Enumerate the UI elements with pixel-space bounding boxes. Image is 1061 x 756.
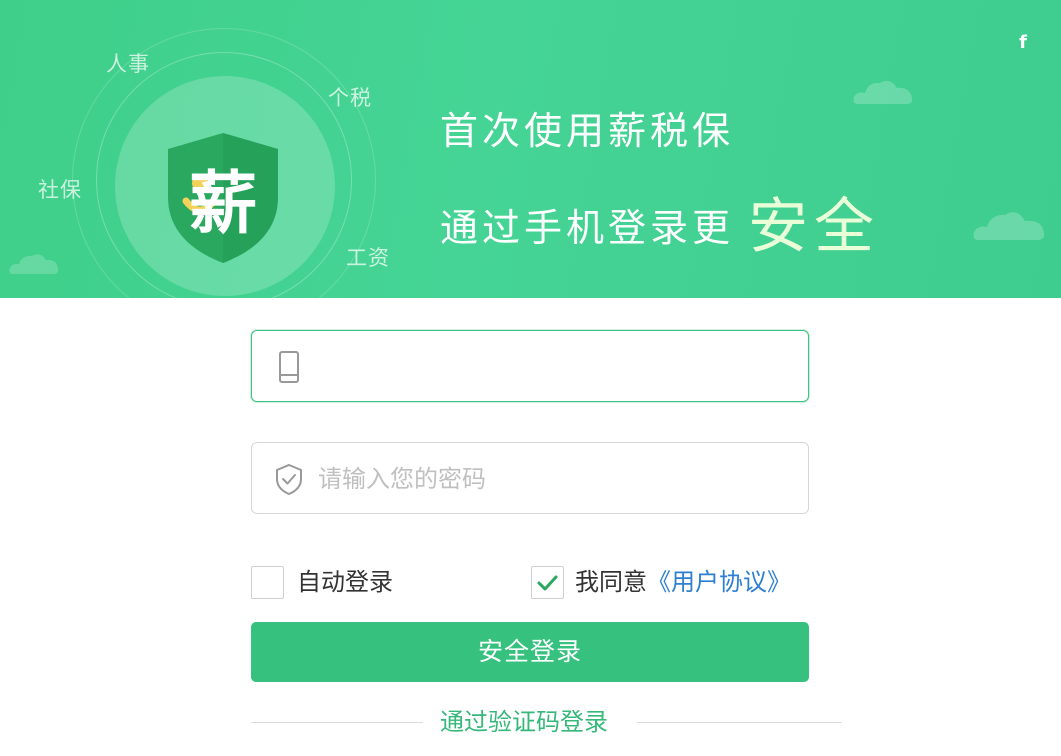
cloud-icon [973, 212, 1045, 240]
shield-check-icon [276, 463, 302, 496]
user-agreement-link[interactable]: 《用户协议》 [647, 568, 791, 596]
auto-login-label[interactable]: 自动登录 [297, 566, 393, 599]
orbit-label-tax: 个税 [328, 86, 372, 110]
agreement-text: 我同意 [575, 568, 647, 596]
divider-left [251, 722, 423, 723]
orbit-label-salary: 工资 [346, 246, 390, 270]
cloud-icon [853, 80, 913, 104]
divider-right [637, 722, 842, 723]
auto-login-checkbox[interactable] [251, 566, 284, 599]
password-field[interactable] [251, 442, 809, 514]
phone-icon [279, 351, 299, 383]
checkmark-icon [537, 575, 558, 591]
agreement-checkbox[interactable] [531, 566, 564, 599]
headline-line-2: 通过手机登录更 安全 [440, 178, 880, 265]
phone-input[interactable] [318, 347, 788, 387]
sms-code-login-link[interactable]: 通过验证码登录 [440, 705, 608, 739]
brand-shield-logo: 薪 [168, 133, 278, 263]
agreement-label: 我同意《用户协议》 [575, 566, 791, 599]
headline-line-2-text: 通过手机登录更 [440, 206, 735, 250]
phone-field[interactable] [251, 330, 809, 402]
orbit-label-social: 社保 [38, 178, 82, 202]
brand-char: 薪 [189, 165, 257, 244]
headline-line-1: 首次使用薪税保 [440, 109, 735, 153]
close-button[interactable]: f [1012, 32, 1034, 54]
secure-login-button[interactable]: 安全登录 [251, 622, 809, 682]
password-input[interactable] [318, 459, 788, 499]
headline-emphasis: 安全 [748, 192, 881, 262]
orbit-label-hr: 人事 [106, 52, 150, 76]
cloud-icon [9, 254, 59, 274]
header-banner: 薪 人事 个税 社保 工资 首次使用薪税保 通过手机登录更 安全 f [0, 0, 1061, 298]
